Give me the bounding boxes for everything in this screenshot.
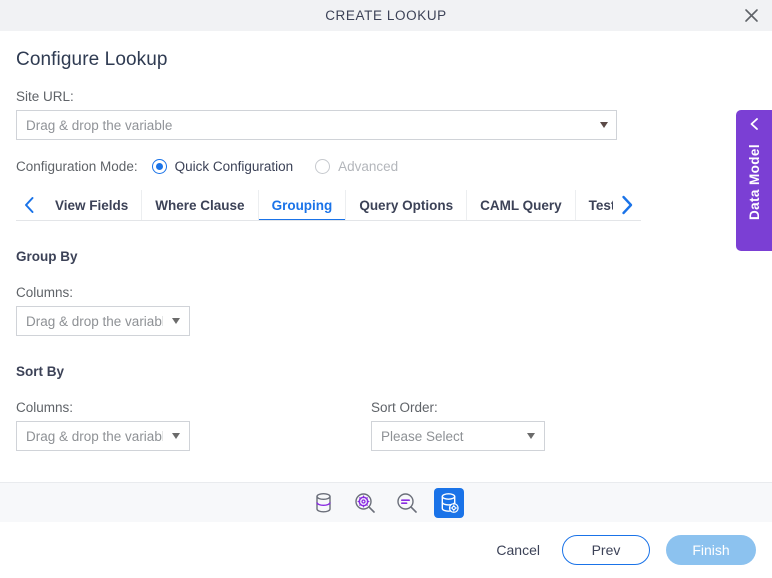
tab-test-query[interactable]: Test Que xyxy=(576,190,613,220)
group-by-section-title: Group By xyxy=(16,249,78,264)
sort-by-columns-label: Columns: xyxy=(16,400,74,415)
tab-view-fields[interactable]: View Fields xyxy=(42,190,143,220)
database-icon[interactable] xyxy=(308,488,338,518)
site-url-input[interactable]: Drag & drop the variable xyxy=(16,110,617,140)
sort-by-columns-field: Columns: Drag & drop the variabl xyxy=(16,400,371,451)
site-url-label: Site URL: xyxy=(16,89,74,104)
group-by-columns-label: Columns: xyxy=(16,285,74,300)
close-icon[interactable] xyxy=(738,3,764,29)
database-settings-icon[interactable] xyxy=(434,487,464,518)
tab-bar: View Fields Where Clause Grouping Query … xyxy=(16,190,641,221)
search-filter-icon[interactable] xyxy=(392,488,422,518)
tab-caml-query[interactable]: CAML Query xyxy=(467,190,576,220)
search-settings-icon[interactable] xyxy=(350,488,380,518)
create-lookup-dialog: CREATE LOOKUP Configure Lookup Site URL:… xyxy=(0,0,772,578)
dialog-title: CREATE LOOKUP xyxy=(325,8,447,23)
chevron-down-icon xyxy=(172,318,180,324)
tab-scroll-left-button[interactable] xyxy=(16,190,42,220)
tab-label: CAML Query xyxy=(480,197,562,213)
dialog-titlebar: CREATE LOOKUP xyxy=(0,0,772,31)
group-by-columns-value: Drag & drop the variabl xyxy=(26,313,163,329)
tab-label: Grouping xyxy=(271,197,333,213)
tab-grouping[interactable]: Grouping xyxy=(258,190,347,220)
sort-by-fields: Columns: Drag & drop the variabl Sort Or… xyxy=(16,400,756,451)
configuration-mode-label: Configuration Mode: xyxy=(16,158,138,174)
group-by-columns-field: Columns: Drag & drop the variabl xyxy=(16,285,756,336)
radio-advanced: Advanced xyxy=(315,158,399,174)
tab-label: Query Options xyxy=(359,197,454,213)
sort-by-columns-input[interactable]: Drag & drop the variabl xyxy=(16,421,190,451)
tab-where-clause[interactable]: Where Clause xyxy=(142,190,259,220)
group-by-columns-input[interactable]: Drag & drop the variabl xyxy=(16,306,190,336)
chevron-down-icon xyxy=(527,433,535,439)
configuration-mode-row: Configuration Mode: Quick Configuration … xyxy=(16,156,756,176)
sort-order-value: Please Select xyxy=(381,428,464,444)
tab-label: View Fields xyxy=(55,197,129,213)
radio-advanced-label: Advanced xyxy=(338,158,399,174)
dialog-body: Configure Lookup Site URL: Drag & drop t… xyxy=(0,31,772,482)
radio-quick-configuration-label: Quick Configuration xyxy=(174,158,294,174)
chevron-down-icon xyxy=(600,122,608,128)
tab-label: Test Que xyxy=(588,197,613,213)
lookup-step-toolbar xyxy=(0,482,772,522)
cancel-button[interactable]: Cancel xyxy=(490,538,546,562)
sort-order-input[interactable]: Please Select xyxy=(371,421,545,451)
sort-by-columns-value: Drag & drop the variabl xyxy=(26,428,163,444)
prev-button[interactable]: Prev xyxy=(562,535,650,565)
radio-unselected-icon xyxy=(315,158,331,174)
radio-selected-icon xyxy=(151,158,167,174)
radio-quick-configuration[interactable]: Quick Configuration xyxy=(151,158,294,174)
sort-by-section-title: Sort By xyxy=(16,364,65,379)
tab-query-options[interactable]: Query Options xyxy=(346,190,468,220)
sort-order-label: Sort Order: xyxy=(371,400,438,415)
tab-list: View Fields Where Clause Grouping Query … xyxy=(42,190,613,220)
page-title: Configure Lookup xyxy=(16,49,168,70)
data-model-panel-toggle[interactable]: Data Model xyxy=(736,110,772,251)
chevron-left-icon xyxy=(748,117,761,136)
data-model-label: Data Model xyxy=(746,144,762,221)
tab-scroll-right-button[interactable] xyxy=(613,190,641,220)
chevron-down-icon xyxy=(172,433,180,439)
finish-button[interactable]: Finish xyxy=(666,535,756,565)
dialog-button-row: Cancel Prev Finish xyxy=(0,522,772,578)
tab-label: Where Clause xyxy=(155,197,245,213)
site-url-value: Drag & drop the variable xyxy=(26,117,173,133)
sort-order-field: Sort Order: Please Select xyxy=(371,400,545,451)
